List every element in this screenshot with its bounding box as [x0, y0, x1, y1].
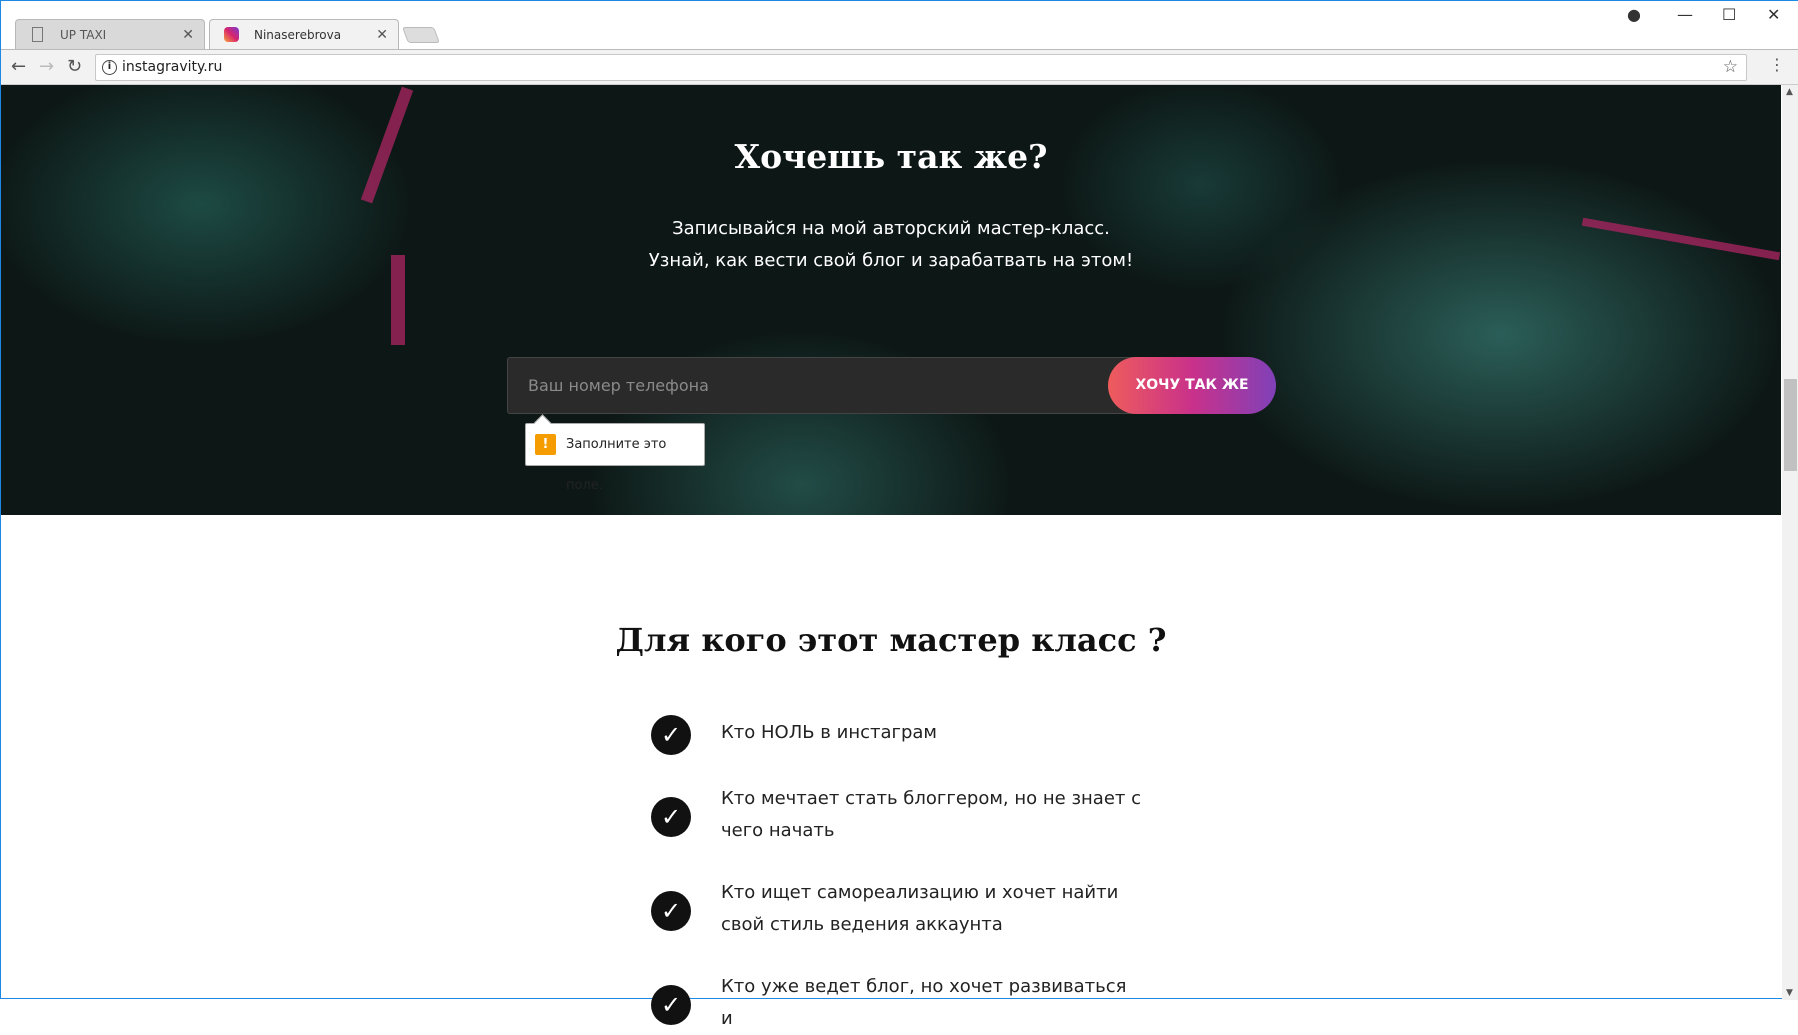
audience-title: Для кого этот мастер класс ? [615, 621, 1167, 659]
scrollbar-thumb[interactable] [1784, 379, 1797, 471]
tab-title: Ninaserebrova [254, 28, 342, 42]
list-item-text: Кто ищет самореализацию и хочет найти св… [721, 882, 1119, 935]
checkmark-icon: ✓ [651, 891, 691, 931]
new-tab-button[interactable] [402, 27, 440, 43]
close-tab-icon[interactable]: ✕ [182, 20, 194, 50]
hero-subtitle-line2: Узнай, как вести свой блог и зарабатвать… [648, 250, 1134, 271]
list-item-text: Кто уже ведет блог, но хочет развиваться… [721, 976, 1127, 1029]
back-icon[interactable]: ← [11, 56, 26, 77]
checkmark-icon: ✓ [651, 715, 691, 755]
browser-toolbar: ← → ↻ i instagravity.ru ☆ ⋮ [1, 49, 1798, 85]
menu-icon[interactable]: ⋮ [1769, 55, 1785, 74]
close-tab-icon[interactable]: ✕ [376, 20, 388, 50]
signup-button[interactable]: ХОЧУ ТАК ЖЕ [1108, 357, 1276, 414]
tab-up-taxi[interactable]: UP TAXI ✕ [15, 19, 205, 49]
validation-tooltip: ! Заполните это поле. [525, 423, 705, 493]
browser-tab-strip: UP TAXI ✕ Ninaserebrova ✕ ● — ☐ ✕ [1, 1, 1798, 49]
profile-icon[interactable]: ● [1627, 5, 1641, 24]
scroll-up-icon[interactable]: ▲ [1786, 87, 1793, 97]
tab-title: UP TAXI [60, 28, 107, 42]
hero-section: Хочешь так же? Записывайся на мой авторс… [1, 85, 1781, 515]
instagram-icon [224, 27, 239, 42]
reload-icon[interactable]: ↻ [67, 56, 82, 77]
minimize-button[interactable]: — [1677, 5, 1693, 24]
tooltip-text: Заполните это поле. [566, 437, 667, 493]
hero-subtitle-line1: Записывайся на мой авторский мастер-клас… [672, 218, 1110, 239]
maximize-button[interactable]: ☐ [1722, 5, 1736, 24]
list-item-text: Кто НОЛЬ в инстаграм [721, 722, 938, 743]
scrollbar[interactable]: ▲ ▼ [1782, 85, 1798, 1000]
address-bar[interactable]: i instagravity.ru ☆ [95, 54, 1747, 81]
document-icon [32, 27, 43, 42]
checkmark-icon: ✓ [651, 797, 691, 837]
close-window-button[interactable]: ✕ [1767, 5, 1780, 24]
phone-placeholder: Ваш номер телефона [528, 376, 709, 395]
bookmark-star-icon[interactable]: ☆ [1723, 55, 1738, 80]
hero-title: Хочешь так же? [734, 137, 1048, 176]
warning-icon: ! [535, 434, 556, 455]
scroll-down-icon[interactable]: ▼ [1786, 988, 1793, 998]
list-item-text: Кто мечтает стать блоггером, но не знает… [721, 788, 1141, 841]
forward-icon[interactable]: → [39, 56, 54, 77]
info-icon[interactable]: i [102, 60, 117, 75]
tab-ninaserebrova[interactable]: Ninaserebrova ✕ [209, 19, 399, 49]
checkmark-icon: ✓ [651, 985, 691, 1025]
url-text: instagravity.ru [122, 59, 223, 75]
